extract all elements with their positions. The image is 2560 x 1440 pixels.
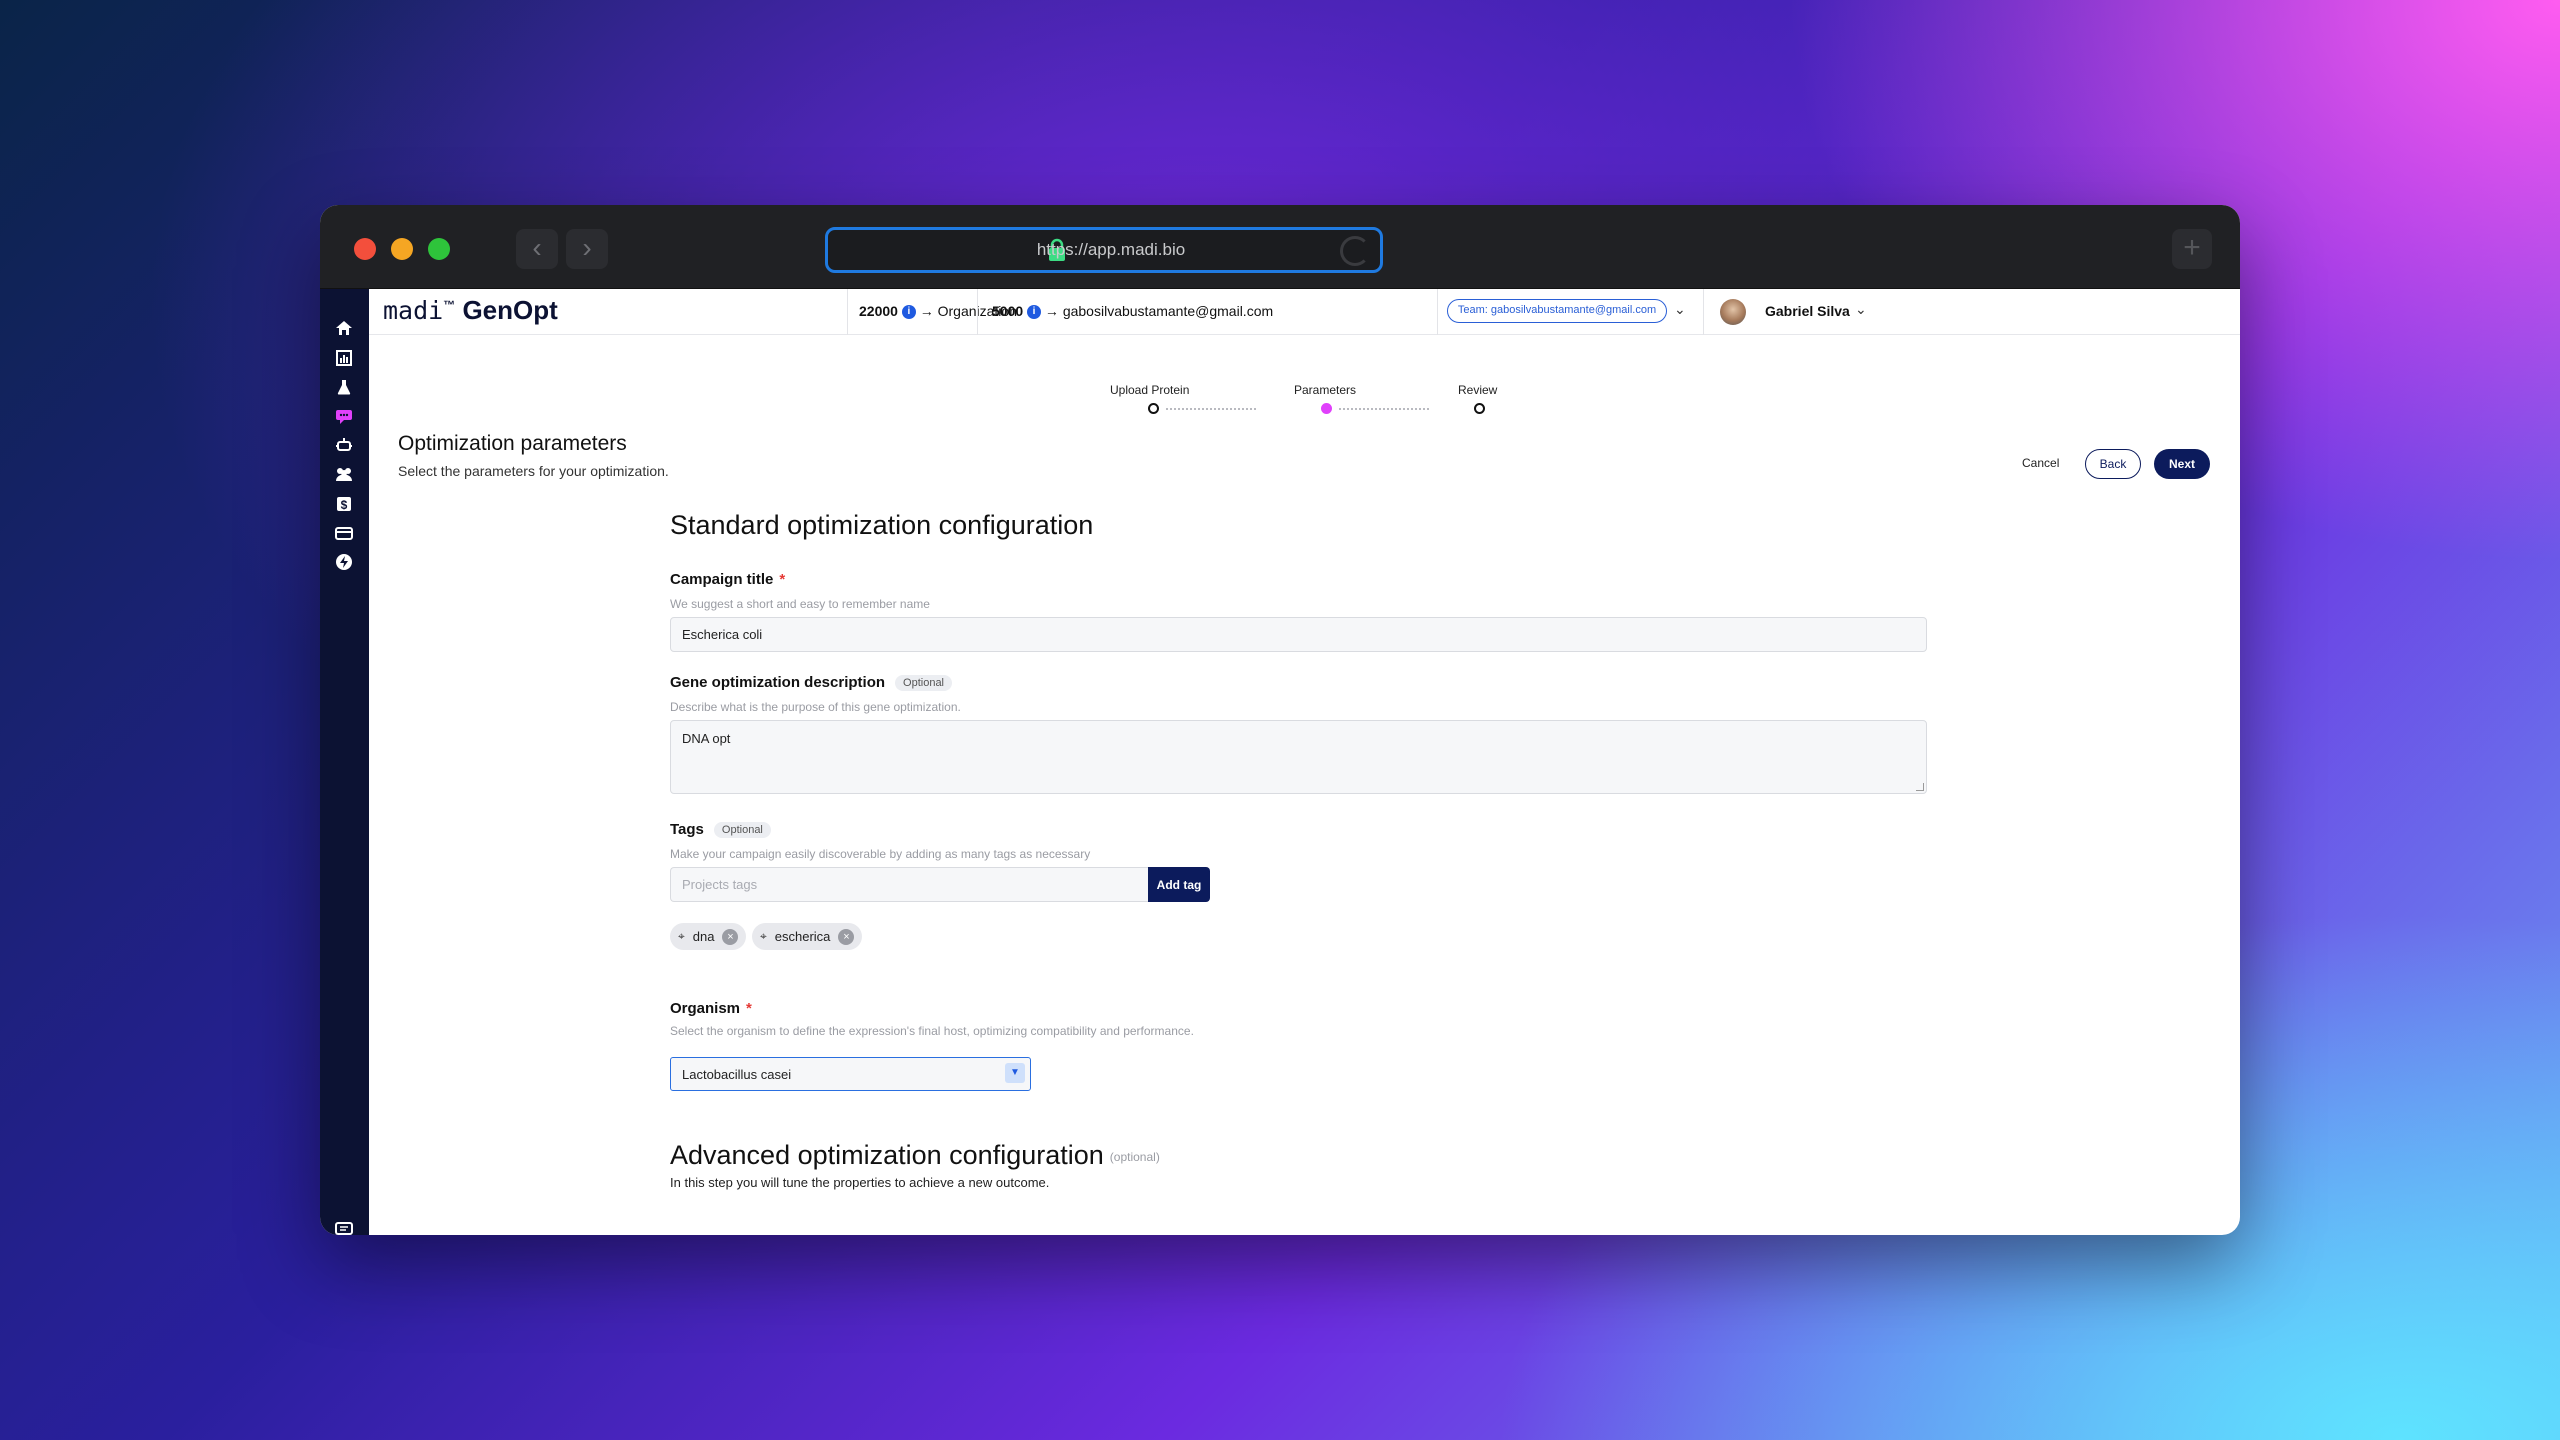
- tag-chip-label: dna: [692, 929, 715, 944]
- maximize-window-button[interactable]: [428, 238, 450, 260]
- billing-icon[interactable]: $: [333, 495, 355, 517]
- next-button[interactable]: Next: [2154, 449, 2210, 479]
- gene-description-value: DNA opt: [682, 731, 731, 746]
- campaign-title-hint: We suggest a short and easy to remember …: [670, 597, 930, 611]
- username[interactable]: Gabriel Silva: [1765, 303, 1850, 319]
- user-credits: 5000 i → gabosilvabustamante@gmail.com: [992, 303, 1274, 319]
- page-subtitle: Select the parameters for your optimizat…: [398, 463, 669, 479]
- step-connector: [1339, 408, 1429, 410]
- resize-handle-icon[interactable]: [1916, 783, 1924, 791]
- credit-info-icon[interactable]: i: [901, 305, 916, 319]
- tags-input[interactable]: [670, 867, 1148, 902]
- optional-badge: Optional: [713, 822, 771, 838]
- advanced-config-title: Advanced optimization configuration (opti…: [670, 1140, 1160, 1171]
- required-mark: *: [746, 1000, 752, 1017]
- optional-badge: Optional: [895, 675, 953, 691]
- step-review-label: Review: [1458, 383, 1498, 397]
- user-credits-value: 5000: [992, 303, 1024, 319]
- chat-active-icon[interactable]: [333, 407, 355, 429]
- tags-label-text: Tags: [670, 821, 704, 838]
- step-upload-protein-dot[interactable]: [1148, 403, 1159, 414]
- advanced-config-subtitle: In this step you will tune the propertie…: [670, 1175, 1050, 1190]
- gene-description-textarea[interactable]: DNA opt: [670, 720, 1927, 794]
- tag-icon: ⌖: [760, 929, 767, 943]
- card-icon[interactable]: [333, 524, 355, 546]
- url-text: https://app.madi.bio: [1036, 240, 1186, 259]
- home-icon[interactable]: [333, 319, 355, 341]
- header-divider: [847, 289, 848, 335]
- address-bar[interactable]: https://app.madi.bio: [825, 227, 1383, 273]
- org-credits-value: 22000: [859, 303, 898, 319]
- tag-chip-label: escherica: [774, 929, 831, 944]
- feedback-icon[interactable]: [333, 1221, 355, 1235]
- page-title: Optimization parameters: [398, 432, 627, 455]
- new-tab-button[interactable]: +: [2172, 229, 2212, 269]
- step-connector: [1166, 408, 1256, 410]
- tag-chip: ⌖ dna ×: [670, 923, 747, 950]
- advanced-optional-label: (optional): [1109, 1150, 1160, 1164]
- standard-config-title: Standard optimization configuration: [670, 510, 1094, 540]
- campaign-title-input[interactable]: [670, 617, 1927, 652]
- chevron-down-icon[interactable]: ⌄: [1674, 301, 1686, 318]
- tags-hint: Make your campaign easily discoverable b…: [670, 847, 1091, 861]
- tags-label: Tags Optional: [670, 821, 771, 838]
- back-button[interactable]: Back: [2085, 449, 2141, 479]
- organism-label-text: Organism: [670, 1000, 741, 1017]
- required-mark: *: [779, 571, 786, 588]
- svg-text:$: $: [341, 498, 348, 512]
- app-logo[interactable]: madi™ GenOpt: [383, 295, 558, 326]
- tag-chip: ⌖ escherica ×: [752, 923, 863, 950]
- app-header: madi™ GenOpt 22000 i → Organization 5000…: [369, 289, 2240, 335]
- remove-tag-icon[interactable]: ×: [838, 928, 855, 945]
- header-divider: [977, 289, 978, 335]
- step-upload-protein-label: Upload Protein: [1110, 383, 1190, 397]
- bolt-icon[interactable]: [333, 553, 355, 575]
- gene-description-label-text: Gene optimization description: [670, 674, 886, 691]
- team-selector[interactable]: Team: gabosilvabustamante@gmail.com: [1447, 299, 1667, 323]
- organism-select[interactable]: Lactobacillus casei ▼: [670, 1057, 1031, 1091]
- campaign-title-label: Campaign title *: [670, 571, 785, 588]
- team-icon[interactable]: [333, 465, 355, 487]
- browser-back-button[interactable]: ‹: [516, 229, 558, 269]
- add-tag-button[interactable]: Add tag: [1148, 867, 1210, 902]
- organism-label: Organism *: [670, 1000, 752, 1017]
- close-window-button[interactable]: [354, 238, 376, 260]
- browser-window: ‹ › https://app.madi.bio + $ madi™ GenOp…: [320, 205, 2240, 1235]
- reload-icon[interactable]: [1340, 236, 1370, 266]
- robot-icon[interactable]: [333, 436, 355, 458]
- app-name: GenOpt: [462, 295, 558, 325]
- header-divider: [1437, 289, 1438, 335]
- tag-icon: ⌖: [678, 929, 685, 943]
- remove-tag-icon[interactable]: ×: [722, 928, 739, 945]
- logo-trademark: ™: [443, 298, 456, 312]
- avatar[interactable]: [1720, 299, 1746, 325]
- step-review-dot[interactable]: [1474, 403, 1485, 414]
- step-parameters-label: Parameters: [1294, 383, 1357, 397]
- browser-forward-button[interactable]: ›: [566, 229, 608, 269]
- credit-info-icon[interactable]: i: [1027, 305, 1042, 319]
- header-divider: [1703, 289, 1704, 335]
- sidebar: $: [320, 289, 369, 1235]
- logo-mark: madi: [383, 296, 444, 325]
- flask-icon[interactable]: [333, 378, 355, 400]
- step-parameters-dot[interactable]: [1321, 403, 1332, 414]
- gene-description-hint: Describe what is the purpose of this gen…: [670, 700, 961, 714]
- user-email: gabosilvabustamante@gmail.com: [1062, 303, 1274, 319]
- chevron-down-icon[interactable]: ⌄: [1855, 301, 1867, 318]
- cancel-button[interactable]: Cancel: [2022, 456, 2059, 470]
- browser-titlebar: ‹ › https://app.madi.bio +: [320, 205, 2240, 289]
- gene-description-label: Gene optimization description Optional: [670, 674, 953, 691]
- advanced-config-title-text: Advanced optimization configuration: [670, 1140, 1104, 1170]
- campaign-title-label-text: Campaign title: [670, 571, 774, 588]
- organism-hint: Select the organism to define the expres…: [670, 1024, 1194, 1038]
- minimize-window-button[interactable]: [391, 238, 413, 260]
- chart-icon[interactable]: [333, 349, 355, 371]
- organism-selected-value: Lactobacillus casei: [682, 1067, 792, 1082]
- dropdown-caret-icon[interactable]: ▼: [1005, 1063, 1025, 1083]
